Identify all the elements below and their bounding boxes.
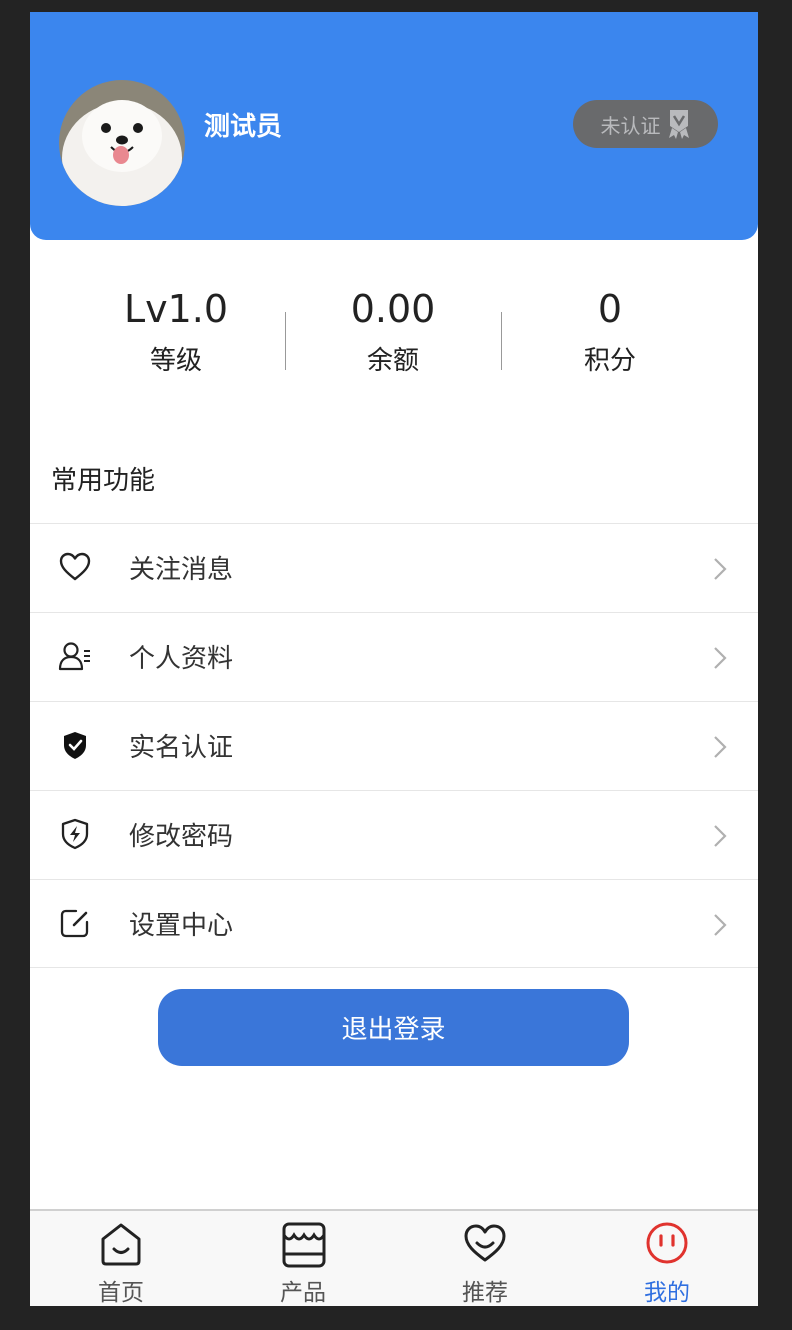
heart-icon [59, 552, 91, 581]
section-title: 常用功能 [51, 466, 156, 496]
heart-icon [464, 1224, 506, 1262]
tab-home[interactable]: 首页 [30, 1211, 212, 1306]
logout-button[interactable]: 退出登录 [158, 989, 629, 1066]
stat-level[interactable]: Lv1.0 等级 [76, 282, 276, 377]
chevron-right-icon [714, 914, 727, 936]
profile-header: 测试员 未认证 [30, 12, 758, 240]
tab-label: 我的 [644, 1280, 690, 1306]
app-screen: 测试员 未认证 Lv1.0 等级 0.00 余额 0 积分 常用功能 关注消息 … [30, 12, 758, 1306]
menu-item-real-name-auth[interactable]: 实名认证 [30, 701, 758, 790]
tab-products[interactable]: 产品 [212, 1211, 394, 1306]
username: 测试员 [204, 112, 283, 142]
tab-recommend[interactable]: 推荐 [394, 1211, 576, 1306]
chevron-right-icon [714, 736, 727, 758]
stats-bar: Lv1.0 等级 0.00 余额 0 积分 [30, 282, 758, 392]
stat-value: 0.00 [350, 287, 436, 331]
menu-item-label: 修改密码 [129, 822, 234, 852]
profile-icon [58, 642, 90, 671]
stat-points[interactable]: 0 积分 [510, 282, 710, 377]
stat-value: Lv1.0 [123, 287, 229, 331]
avatar[interactable] [59, 80, 185, 206]
chevron-right-icon [714, 825, 727, 847]
auth-status-label: 未认证 [600, 113, 661, 138]
menu-item-change-password[interactable]: 修改密码 [30, 790, 758, 879]
tab-mine[interactable]: 我的 [576, 1211, 758, 1306]
menu-item-label: 实名认证 [129, 733, 234, 763]
menu-item-profile[interactable]: 个人资料 [30, 612, 758, 701]
stat-balance[interactable]: 0.00 余额 [293, 282, 493, 377]
menu-item-label: 个人资料 [129, 644, 234, 674]
stat-value: 0 [597, 287, 623, 331]
chevron-right-icon [714, 647, 727, 669]
chevron-right-icon [714, 558, 727, 580]
menu-list: 关注消息 个人资料 实名认证 修改密码 设置中心 [30, 523, 758, 968]
home-icon [101, 1223, 141, 1266]
shield-bolt-icon [61, 818, 89, 850]
face-icon [646, 1222, 688, 1264]
tab-label: 首页 [98, 1280, 144, 1306]
stat-label: 积分 [583, 346, 636, 376]
stat-label: 余额 [366, 346, 419, 376]
store-icon [282, 1222, 326, 1268]
divider [285, 312, 286, 370]
auth-status-badge[interactable]: 未认证 [573, 100, 718, 148]
stat-label: 等级 [149, 346, 202, 376]
bottom-tab-bar: 首页 产品 推荐 我的 [30, 1209, 758, 1306]
menu-item-settings[interactable]: 设置中心 [30, 879, 758, 968]
edit-icon [60, 909, 89, 938]
menu-item-label: 设置中心 [129, 911, 234, 941]
menu-item-label: 关注消息 [129, 555, 234, 585]
divider [501, 312, 502, 370]
tab-label: 推荐 [462, 1280, 508, 1306]
medal-icon [668, 110, 689, 139]
shield-check-icon [64, 732, 86, 759]
tab-label: 产品 [280, 1280, 326, 1306]
menu-item-follow-messages[interactable]: 关注消息 [30, 523, 758, 612]
